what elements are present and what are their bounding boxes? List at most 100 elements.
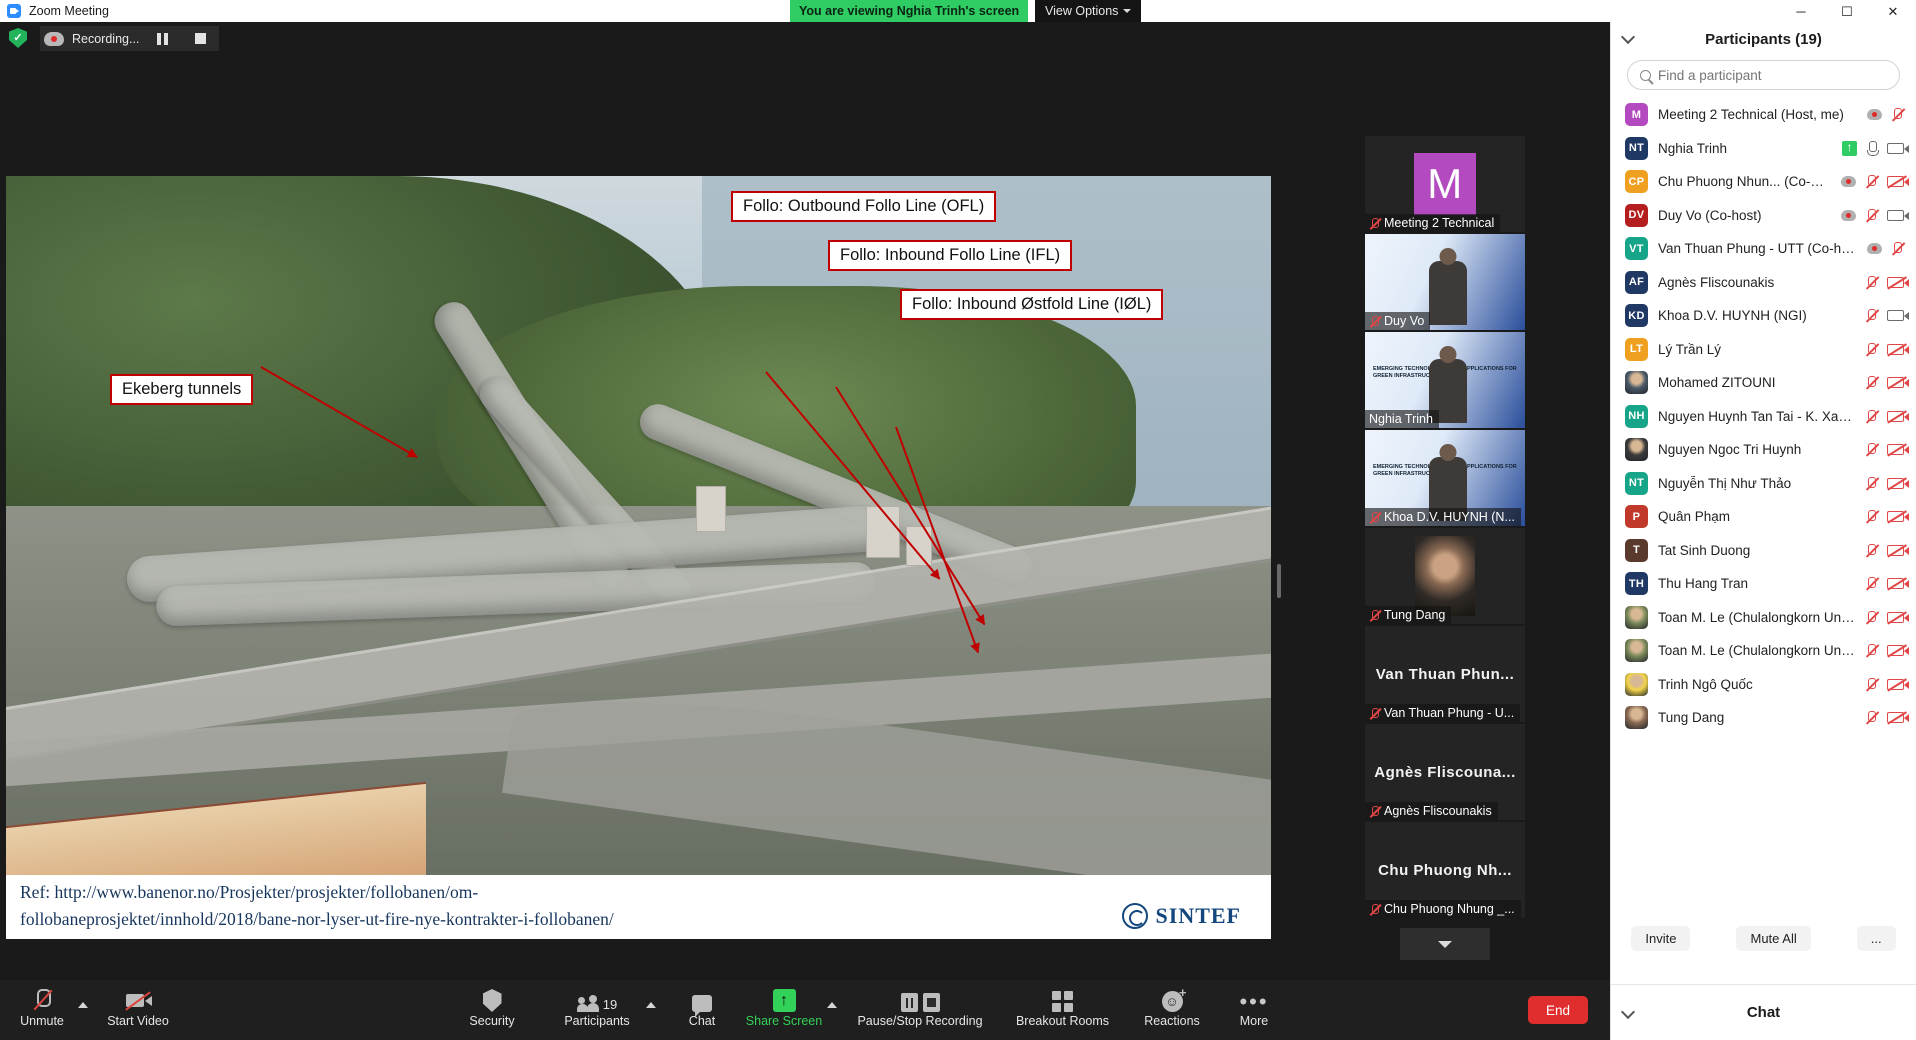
participant-row[interactable]: TTat Sinh Duong bbox=[1611, 534, 1916, 568]
participants-panel-header: Participants (19) bbox=[1611, 22, 1916, 56]
camera-off-icon[interactable] bbox=[1887, 679, 1904, 690]
thumbnail-tung-dang[interactable]: Tung Dang bbox=[1365, 528, 1525, 624]
camera-off-icon[interactable] bbox=[1887, 411, 1904, 422]
mute-all-button[interactable]: Mute All bbox=[1736, 926, 1810, 951]
participant-search-box[interactable] bbox=[1627, 60, 1900, 90]
pause-recording-button[interactable] bbox=[147, 26, 177, 51]
end-meeting-button[interactable]: End bbox=[1528, 996, 1588, 1024]
mic-off-icon[interactable] bbox=[1865, 442, 1878, 457]
participant-row[interactable]: NHNguyen Huynh Tan Tai - K. Xay d... bbox=[1611, 400, 1916, 434]
mic-off-icon[interactable] bbox=[1865, 643, 1878, 658]
participant-row[interactable]: Nguyen Ngoc Tri Huynh bbox=[1611, 433, 1916, 467]
participant-row[interactable]: VTVan Thuan Phung - UTT (Co-host) bbox=[1611, 232, 1916, 266]
mic-off-icon[interactable] bbox=[1865, 174, 1878, 189]
camera-off-icon[interactable] bbox=[1887, 578, 1904, 589]
participant-list[interactable]: MMeeting 2 Technical (Host, me)NTNghia T… bbox=[1611, 98, 1916, 913]
more-options-button[interactable]: ... bbox=[1857, 926, 1896, 951]
mic-off-icon[interactable] bbox=[1865, 576, 1878, 591]
mic-off-icon[interactable] bbox=[1865, 509, 1878, 524]
camera-off-icon[interactable] bbox=[1887, 511, 1904, 522]
more-button[interactable]: ••• More bbox=[1212, 986, 1296, 1036]
reactions-button[interactable]: ☺ Reactions bbox=[1130, 986, 1214, 1036]
mic-off-icon[interactable] bbox=[1865, 275, 1878, 290]
share-screen-button[interactable]: Share Screen bbox=[742, 986, 826, 1036]
participant-row[interactable]: Mohamed ZITOUNI bbox=[1611, 366, 1916, 400]
thumbnail-chu-phuong-nhung[interactable]: Chu Phuong Nh... Chu Phuong Nhung _... bbox=[1365, 822, 1525, 918]
camera-off-icon[interactable] bbox=[1887, 176, 1904, 187]
participant-row[interactable]: Toan M. Le (Chulalongkorn Unive... bbox=[1611, 601, 1916, 635]
thumbnail-nghia-trinh[interactable]: EMERGING TECHNOLOGIES AND APPLICATIONS F… bbox=[1365, 332, 1525, 428]
mic-off-icon[interactable] bbox=[1865, 208, 1878, 223]
chat-button[interactable]: Chat bbox=[660, 986, 744, 1036]
maximize-button[interactable]: ☐ bbox=[1824, 0, 1870, 22]
camera-off-icon[interactable] bbox=[1887, 277, 1904, 288]
minimize-button[interactable]: ─ bbox=[1778, 0, 1824, 22]
thumbnail-khoa-huynh[interactable]: EMERGING TECHNOLOGIES AND APPLICATIONS F… bbox=[1365, 430, 1525, 526]
participant-row[interactable]: DVDuy Vo (Co-host) bbox=[1611, 199, 1916, 233]
participant-row[interactable]: THThu Hang Tran bbox=[1611, 567, 1916, 601]
camera-on-icon[interactable] bbox=[1887, 310, 1904, 321]
stop-recording-button[interactable] bbox=[185, 26, 215, 51]
camera-on-icon[interactable] bbox=[1887, 210, 1904, 221]
participant-row[interactable]: PQuân Phạm bbox=[1611, 500, 1916, 534]
mic-off-icon[interactable] bbox=[1865, 342, 1878, 357]
mic-off-icon[interactable] bbox=[1865, 308, 1878, 323]
view-options-button[interactable]: View Options bbox=[1035, 0, 1141, 22]
mic-off-icon[interactable] bbox=[1865, 543, 1878, 558]
participants-options-caret-icon[interactable] bbox=[646, 1002, 656, 1008]
invite-button[interactable]: Invite bbox=[1631, 926, 1690, 951]
breakout-rooms-button[interactable]: Breakout Rooms bbox=[1000, 986, 1125, 1036]
chevron-down-icon[interactable] bbox=[1621, 30, 1635, 44]
share-resize-handle[interactable] bbox=[1277, 564, 1281, 598]
camera-off-icon[interactable] bbox=[1887, 545, 1904, 556]
share-options-caret-icon[interactable] bbox=[827, 1002, 837, 1008]
camera-off-icon[interactable] bbox=[1887, 444, 1904, 455]
thumbnail-meeting2technical[interactable]: M Meeting 2 Technical bbox=[1365, 136, 1525, 232]
participant-row[interactable]: MMeeting 2 Technical (Host, me) bbox=[1611, 98, 1916, 132]
mic-on-icon[interactable] bbox=[1866, 141, 1878, 156]
camera-on-icon[interactable] bbox=[1887, 143, 1904, 154]
participant-status-icons bbox=[1867, 107, 1904, 122]
participant-row[interactable]: LTLý Trần Lý bbox=[1611, 333, 1916, 367]
camera-off-icon[interactable] bbox=[1887, 478, 1904, 489]
audio-options-caret-icon[interactable] bbox=[78, 1002, 88, 1008]
participant-row[interactable]: Trinh Ngô Quốc bbox=[1611, 668, 1916, 702]
chat-section-header[interactable]: Chat bbox=[1611, 984, 1916, 1040]
mic-off-icon bbox=[1369, 707, 1380, 720]
participant-row[interactable]: AFAgnès Fliscounakis bbox=[1611, 266, 1916, 300]
camera-off-icon[interactable] bbox=[1887, 712, 1904, 723]
shared-slide[interactable]: Follo: Outbound Follo Line (OFL) Follo: … bbox=[6, 176, 1271, 939]
mic-off-icon[interactable] bbox=[1891, 107, 1904, 122]
mic-off-icon[interactable] bbox=[1865, 375, 1878, 390]
mic-off-icon[interactable] bbox=[1865, 677, 1878, 692]
mic-off-icon[interactable] bbox=[1865, 710, 1878, 725]
camera-off-icon[interactable] bbox=[1887, 377, 1904, 388]
pause-stop-recording-button[interactable]: Pause/Stop Recording bbox=[845, 986, 995, 1036]
participant-row[interactable]: Tung Dang bbox=[1611, 701, 1916, 735]
participant-row[interactable]: Toan M. Le (Chulalongkorn Unive... bbox=[1611, 634, 1916, 668]
thumbnail-agnes-fliscounakis[interactable]: Agnès Fliscouna... Agnès Fliscounakis bbox=[1365, 724, 1525, 820]
participant-row[interactable]: KDKhoa D.V. HUYNH (NGI) bbox=[1611, 299, 1916, 333]
thumbnail-scroll-down-button[interactable] bbox=[1400, 928, 1490, 960]
participant-row[interactable]: NTNguyễn Thị Như Thảo bbox=[1611, 467, 1916, 501]
mic-off-icon[interactable] bbox=[1865, 409, 1878, 424]
participant-row[interactable]: CPChu Phuong Nhun... (Co-host) bbox=[1611, 165, 1916, 199]
participant-row[interactable]: NTNghia Trinh bbox=[1611, 132, 1916, 166]
mic-off-icon[interactable] bbox=[1865, 610, 1878, 625]
security-shield-icon[interactable] bbox=[9, 28, 27, 48]
chevron-down-icon bbox=[1123, 9, 1131, 13]
camera-off-icon[interactable] bbox=[1887, 344, 1904, 355]
participants-button[interactable]: 19 Participants bbox=[555, 986, 639, 1036]
unmute-button[interactable]: Unmute bbox=[0, 986, 84, 1036]
close-button[interactable]: ✕ bbox=[1870, 0, 1916, 22]
chevron-down-icon[interactable] bbox=[1621, 1005, 1635, 1019]
start-video-button[interactable]: Start Video bbox=[96, 986, 180, 1036]
security-button[interactable]: Security bbox=[450, 986, 534, 1036]
camera-off-icon[interactable] bbox=[1887, 645, 1904, 656]
thumbnail-van-thuan-phung[interactable]: Van Thuan Phun... Van Thuan Phung - U... bbox=[1365, 626, 1525, 722]
search-input[interactable] bbox=[1658, 68, 1887, 83]
camera-off-icon[interactable] bbox=[1887, 612, 1904, 623]
mic-off-icon[interactable] bbox=[1891, 241, 1904, 256]
mic-off-icon[interactable] bbox=[1865, 476, 1878, 491]
thumbnail-duy-vo[interactable]: Duy Vo bbox=[1365, 234, 1525, 330]
